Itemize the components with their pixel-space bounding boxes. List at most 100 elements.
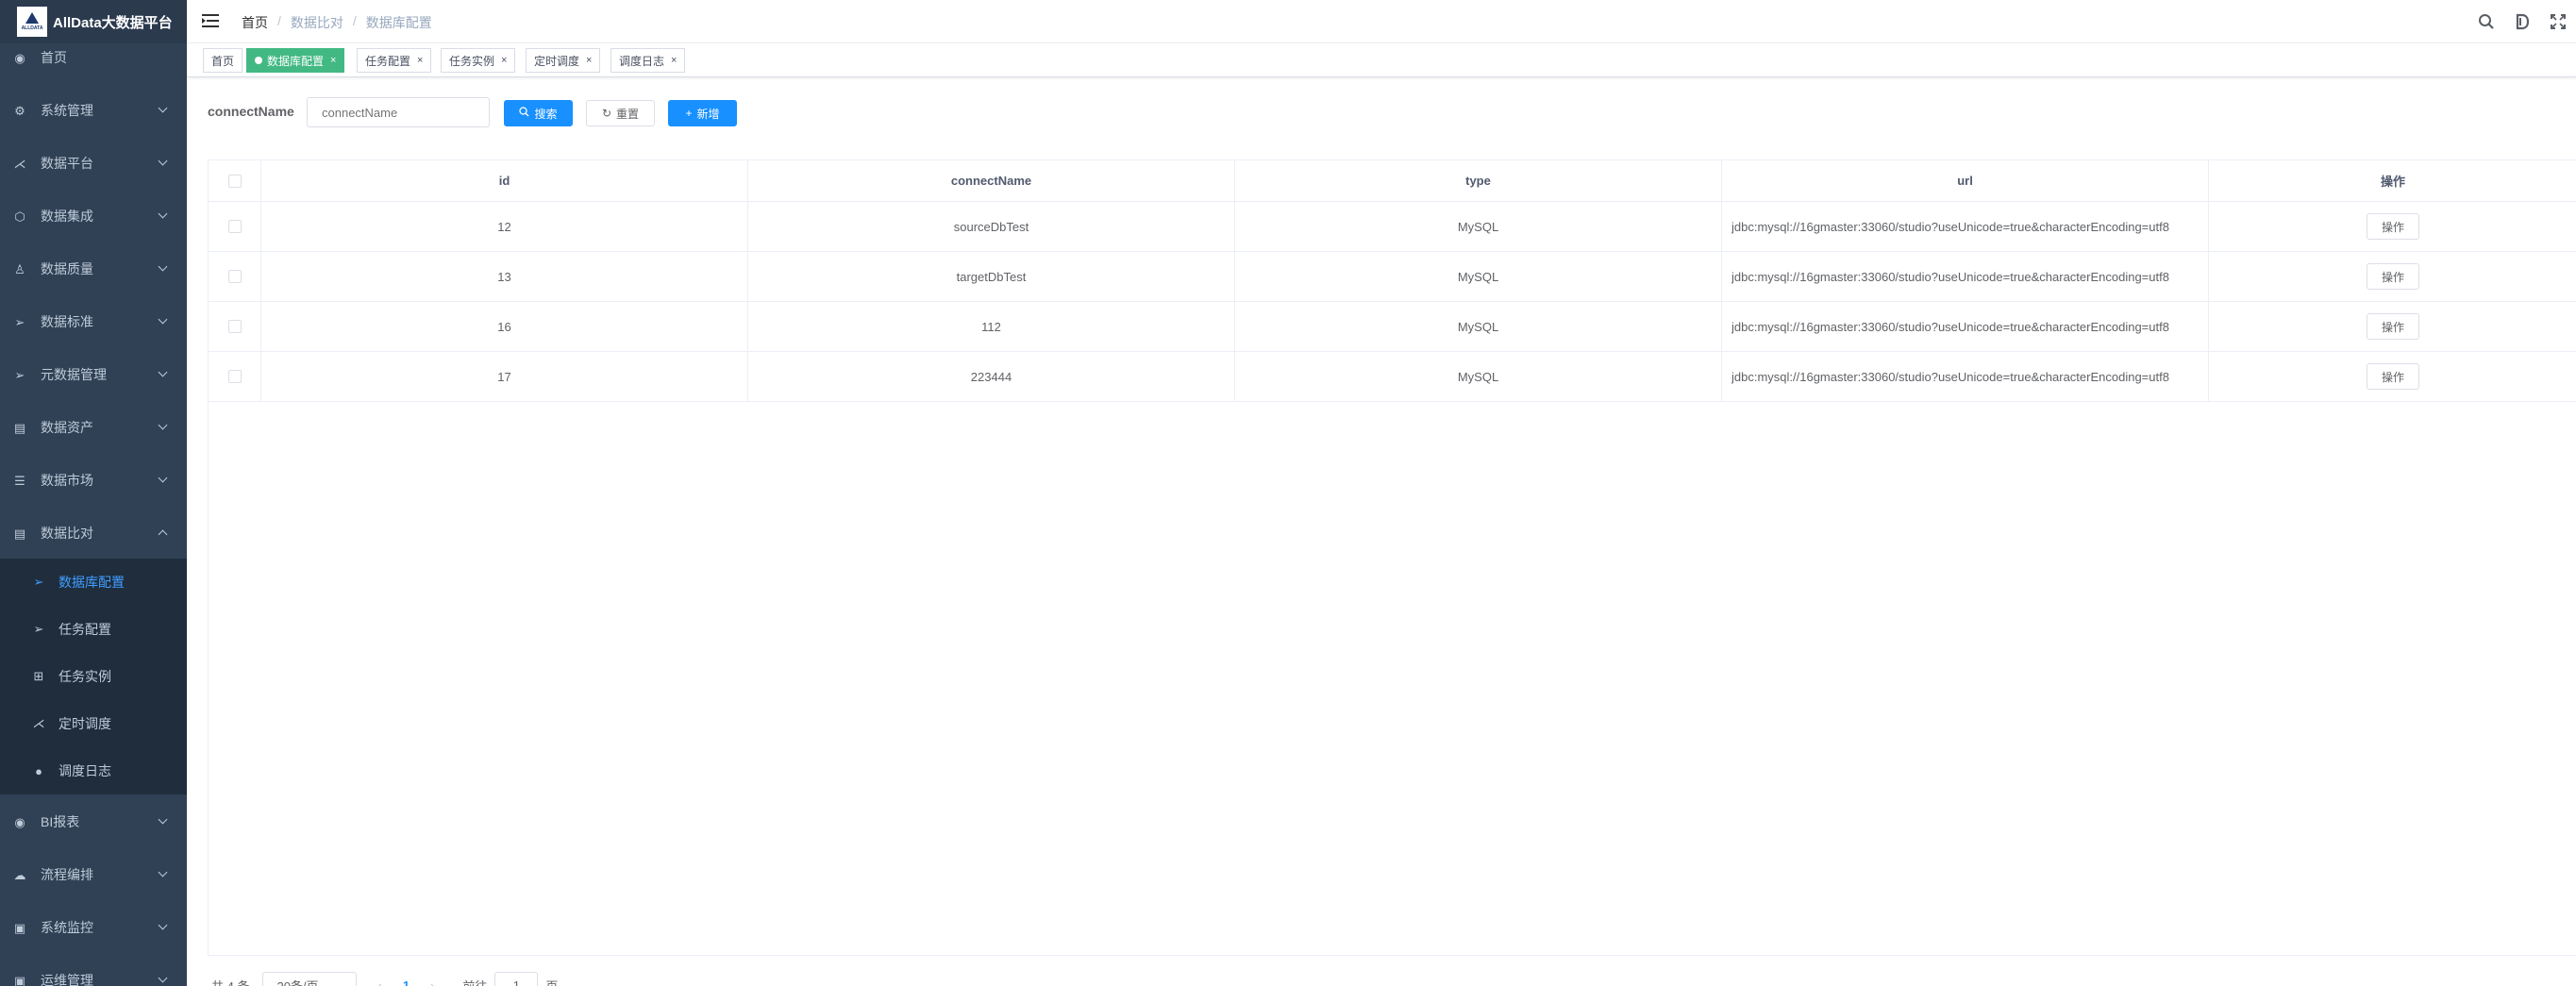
sidebar-item-data-standard[interactable]: ➢ 数据标准 bbox=[0, 295, 187, 348]
page-size-select[interactable]: 20条/页 bbox=[262, 972, 358, 986]
column-header-type[interactable]: type bbox=[1235, 160, 1722, 201]
submenu-data-compare: ➢ 数据库配置 ➢ 任务配置 ⊞ 任务实例 ⋌ 定时调度 ● 调度日志 bbox=[0, 559, 187, 794]
chevron-down-icon bbox=[158, 209, 168, 219]
shield-icon: ⬡ bbox=[14, 209, 25, 224]
select-all-cell bbox=[209, 160, 261, 201]
prev-page-button[interactable]: ‹ bbox=[377, 978, 381, 986]
add-button[interactable]: + 新增 bbox=[668, 100, 737, 126]
row-checkbox[interactable] bbox=[227, 220, 242, 233]
sidebar-item-label: 数据标准 bbox=[41, 314, 93, 329]
goto-page-input[interactable]: 1 bbox=[494, 972, 539, 986]
column-header-url[interactable]: url bbox=[1722, 160, 2209, 201]
sidebar-item-data-market[interactable]: ☰ 数据市场 bbox=[0, 454, 187, 507]
send-icon: ➢ bbox=[14, 367, 25, 382]
submenu-item-label: 调度日志 bbox=[59, 763, 111, 778]
sidebar-item-data-compare[interactable]: ▤ 数据比对 bbox=[0, 507, 187, 560]
chevron-down-icon bbox=[158, 261, 168, 272]
sidebar-item-flow-orchestration[interactable]: ☁ 流程编排 bbox=[0, 848, 187, 901]
cell-connect-name: targetDbTest bbox=[748, 252, 1235, 301]
send-icon: ➢ bbox=[14, 314, 25, 329]
tag-scheduler[interactable]: 定时调度 × bbox=[526, 48, 601, 73]
sidebar-item-data-platform[interactable]: ⋌ 数据平台 bbox=[0, 137, 187, 190]
chevron-down-icon bbox=[158, 156, 168, 166]
tag-task-instance[interactable]: 任务实例 × bbox=[441, 48, 516, 73]
submenu-item-db-config[interactable]: ➢ 数据库配置 bbox=[0, 559, 187, 606]
tag-label: 首页 bbox=[211, 54, 235, 68]
sidebar-item-label: 数据比对 bbox=[41, 526, 93, 541]
cell-connect-name: 223444 bbox=[748, 352, 1235, 401]
table-row[interactable]: 17 223444 MySQL jdbc:mysql://16gmaster:3… bbox=[209, 352, 2576, 402]
row-checkbox[interactable] bbox=[227, 270, 242, 283]
row-action-button[interactable]: 操作 bbox=[2367, 363, 2419, 390]
close-icon[interactable]: × bbox=[330, 55, 336, 66]
sidebar-item-bi-report[interactable]: ◉ BI报表 bbox=[0, 795, 187, 848]
submenu-item-label: 任务配置 bbox=[59, 622, 111, 637]
submenu-item-scheduler[interactable]: ⋌ 定时调度 bbox=[0, 700, 187, 747]
sidebar-item-home[interactable]: ◉ 首页 bbox=[0, 31, 187, 84]
navbar: 首页 / 数据比对 / 数据库配置 bbox=[187, 0, 2576, 43]
dashboard-icon: ◉ bbox=[14, 50, 25, 65]
info-icon: ● bbox=[35, 763, 42, 778]
chevron-down-icon bbox=[158, 814, 168, 825]
breadcrumb-item: 数据比对 bbox=[290, 15, 343, 30]
cell-id: 13 bbox=[261, 252, 748, 301]
column-header-id[interactable]: id bbox=[261, 160, 748, 201]
close-icon[interactable]: × bbox=[501, 55, 507, 66]
submenu-item-label: 定时调度 bbox=[59, 716, 111, 731]
column-header-connect-name[interactable]: connectName bbox=[748, 160, 1235, 201]
tag-schedule-log[interactable]: 调度日志 × bbox=[611, 48, 686, 73]
sidebar-item-data-assets[interactable]: ▤ 数据资产 bbox=[0, 401, 187, 454]
table-row[interactable]: 13 targetDbTest MySQL jdbc:mysql://16gma… bbox=[209, 252, 2576, 302]
dashboard-icon: ◉ bbox=[14, 814, 25, 829]
submenu-item-schedule-log[interactable]: ● 调度日志 bbox=[0, 747, 187, 794]
row-checkbox[interactable] bbox=[227, 370, 242, 383]
fullscreen-icon[interactable] bbox=[2540, 0, 2576, 43]
sidebar-item-system-management[interactable]: ⚙ 系统管理 bbox=[0, 84, 187, 137]
close-icon[interactable]: × bbox=[417, 55, 423, 66]
table-row[interactable]: 12 sourceDbTest MySQL jdbc:mysql://16gma… bbox=[209, 202, 2576, 252]
sidebar-item-system-monitor[interactable]: ▣ 系统监控 bbox=[0, 901, 187, 954]
chevron-up-icon bbox=[158, 529, 168, 540]
tag-task-config[interactable]: 任务配置 × bbox=[357, 48, 432, 73]
gear-icon: ⚙ bbox=[14, 103, 25, 118]
table-row[interactable]: 16 112 MySQL jdbc:mysql://16gmaster:3306… bbox=[209, 302, 2576, 352]
row-action-button[interactable]: 操作 bbox=[2367, 213, 2419, 240]
cell-connect-name: sourceDbTest bbox=[748, 202, 1235, 251]
breadcrumb: 首页 / 数据比对 / 数据库配置 bbox=[242, 13, 432, 32]
row-action-button[interactable]: 操作 bbox=[2367, 313, 2419, 340]
docs-icon[interactable] bbox=[2504, 0, 2540, 43]
goto-unit: 页 bbox=[545, 978, 559, 986]
submenu-item-task-config[interactable]: ➢ 任务配置 bbox=[0, 606, 187, 653]
hamburger-icon[interactable] bbox=[202, 13, 219, 28]
select-all-checkbox[interactable] bbox=[227, 174, 242, 188]
submenu-item-label: 任务实例 bbox=[59, 669, 111, 684]
sidebar-item-data-integration[interactable]: ⬡ 数据集成 bbox=[0, 190, 187, 242]
connect-name-input[interactable] bbox=[307, 97, 490, 127]
sidebar-item-data-quality[interactable]: ♙ 数据质量 bbox=[0, 242, 187, 295]
tag-db-config[interactable]: 数据库配置 × bbox=[246, 48, 345, 73]
sidebar-item-label: 数据集成 bbox=[41, 209, 93, 224]
search-icon[interactable] bbox=[2468, 0, 2504, 43]
chevron-down-icon bbox=[158, 420, 168, 430]
search-button[interactable]: 搜索 bbox=[504, 100, 573, 126]
page-number-current[interactable]: 1 bbox=[403, 978, 410, 986]
database-icon: ▤ bbox=[13, 420, 26, 435]
cell-id: 12 bbox=[261, 202, 748, 251]
row-action-button[interactable]: 操作 bbox=[2367, 263, 2419, 290]
close-icon[interactable]: × bbox=[586, 55, 592, 66]
branch-icon: ⋌ bbox=[13, 156, 26, 171]
row-checkbox[interactable] bbox=[227, 320, 242, 333]
breadcrumb-item[interactable]: 首页 bbox=[242, 13, 268, 32]
sidebar-item-metadata-management[interactable]: ➢ 元数据管理 bbox=[0, 348, 187, 401]
table-header: id connectName type url 操作 bbox=[209, 160, 2576, 202]
sidebar-item-label: 元数据管理 bbox=[41, 367, 107, 382]
pagination: 共 4 条 20条/页 ‹ 1 › 前往 1 页 bbox=[211, 972, 558, 986]
sidebar-item-ops-management[interactable]: ▣ 运维管理 bbox=[0, 954, 187, 986]
close-icon[interactable]: × bbox=[671, 55, 677, 66]
submenu-item-task-instance[interactable]: ⊞ 任务实例 bbox=[0, 653, 187, 700]
cell-type: MySQL bbox=[1235, 302, 1722, 351]
cell-type: MySQL bbox=[1235, 352, 1722, 401]
tag-home[interactable]: 首页 bbox=[203, 48, 243, 73]
next-page-button[interactable]: › bbox=[430, 978, 434, 986]
reset-button[interactable]: ↻ 重置 bbox=[586, 100, 655, 126]
